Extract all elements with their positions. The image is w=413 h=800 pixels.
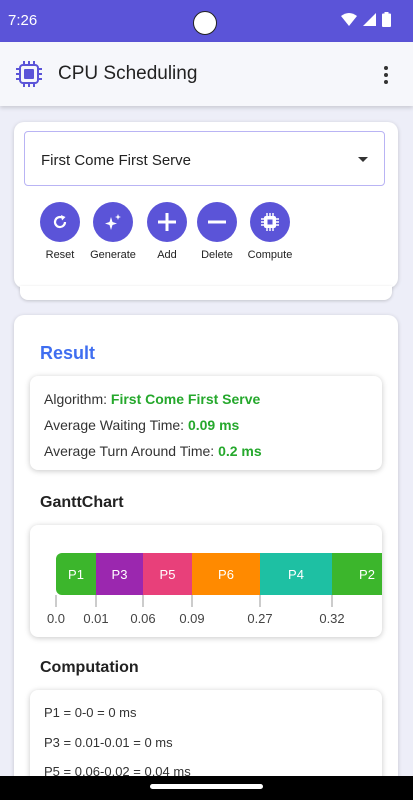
gantt-heading: GanttChart: [40, 494, 124, 511]
gantt-tick-label: 0.32: [319, 611, 344, 626]
gantt-block-label: P1: [68, 567, 84, 582]
gantt-block-label: P2: [359, 567, 375, 582]
avg-waiting-value: 0.09 ms: [187, 417, 240, 433]
status-time: 7:26: [8, 12, 38, 29]
reset-label: Reset: [45, 249, 75, 261]
gantt-block-label: P3: [112, 567, 128, 582]
compute-button[interactable]: Compute: [240, 202, 300, 261]
result-summary: Algorithm: First Come First Serve Averag…: [30, 376, 382, 470]
compute-circle[interactable]: [250, 202, 290, 242]
wifi-icon: [341, 13, 357, 26]
reset-circle[interactable]: [40, 202, 80, 242]
generate-label: Generate: [90, 249, 136, 261]
signal-icon: [363, 13, 376, 26]
status-bar: 7:26: [0, 0, 413, 42]
plus-icon: [158, 213, 176, 231]
avg-turnaround-value: 0.2 ms: [218, 443, 262, 459]
chip-icon: [16, 61, 42, 87]
generate-circle[interactable]: [93, 202, 133, 242]
compute-label: Compute: [247, 249, 293, 261]
algorithm-dropdown[interactable]: First Come First Serve: [24, 131, 385, 186]
delete-circle[interactable]: [197, 202, 237, 242]
algorithm-label: Algorithm:: [44, 391, 111, 407]
system-nav-bar: [0, 776, 413, 800]
add-circle[interactable]: [147, 202, 187, 242]
delete-label: Delete: [201, 249, 233, 261]
gantt-block-label: P5: [160, 567, 176, 582]
controls-card: First Come First Serve Reset Generate Ad…: [14, 122, 398, 288]
computation-heading: Computation: [40, 659, 139, 676]
gantt-tick-label: 0.01: [83, 611, 108, 626]
process-list-edge: [20, 286, 392, 300]
home-indicator[interactable]: [150, 784, 263, 789]
more-vert-icon[interactable]: [377, 64, 395, 86]
avg-turnaround-label: Average Turn Around Time:: [44, 443, 219, 459]
app-title: CPU Scheduling: [58, 63, 198, 84]
gantt-svg: P1 P3 P5 P6 P4 P2 0.0 0.01 0.06 0.09 0.27 0.32: [47, 553, 382, 626]
computation-line: P1 = 0-0 = 0 ms: [44, 705, 137, 720]
algorithm-value: First Come First Serve: [110, 391, 261, 407]
gantt-tick-label: 0.0: [47, 611, 65, 626]
reset-icon: [53, 215, 67, 229]
algorithm-dropdown-value: First Come First Serve: [41, 152, 192, 169]
gantt-block-label: P4: [288, 567, 304, 582]
battery-icon: [382, 12, 391, 27]
algorithm-row: Algorithm: First Come First Serve: [44, 391, 260, 407]
dropdown-arrow-icon[interactable]: [358, 157, 368, 162]
computation-line: P3 = 0.01-0.01 = 0 ms: [44, 735, 173, 750]
minus-icon: [208, 220, 226, 224]
gantt-tick-label: 0.09: [179, 611, 204, 626]
avg-waiting-row: Average Waiting Time: 0.09 ms: [44, 417, 239, 433]
avg-turnaround-row: Average Turn Around Time: 0.2 ms: [44, 443, 262, 459]
result-card: Result Algorithm: First Come First Serve…: [14, 315, 398, 800]
sparkle-icon: [105, 214, 121, 230]
reset-button[interactable]: Reset: [30, 202, 90, 261]
app-bar: CPU Scheduling: [0, 42, 413, 106]
generate-button[interactable]: Generate: [83, 202, 143, 261]
gantt-tick-label: 0.27: [247, 611, 272, 626]
avg-waiting-label: Average Waiting Time:: [44, 417, 188, 433]
result-heading: Result: [40, 343, 96, 363]
chip-icon: [261, 213, 279, 231]
status-icons: [341, 12, 391, 27]
gantt-chart[interactable]: P1 P3 P5 P6 P4 P2 0.0 0.01 0.06 0.09 0.27 0.32: [30, 525, 382, 637]
gantt-block-label: P6: [218, 567, 234, 582]
gantt-tick-label: 0.06: [130, 611, 155, 626]
delete-button[interactable]: Delete: [187, 202, 247, 261]
camera-cutout: [193, 11, 217, 35]
